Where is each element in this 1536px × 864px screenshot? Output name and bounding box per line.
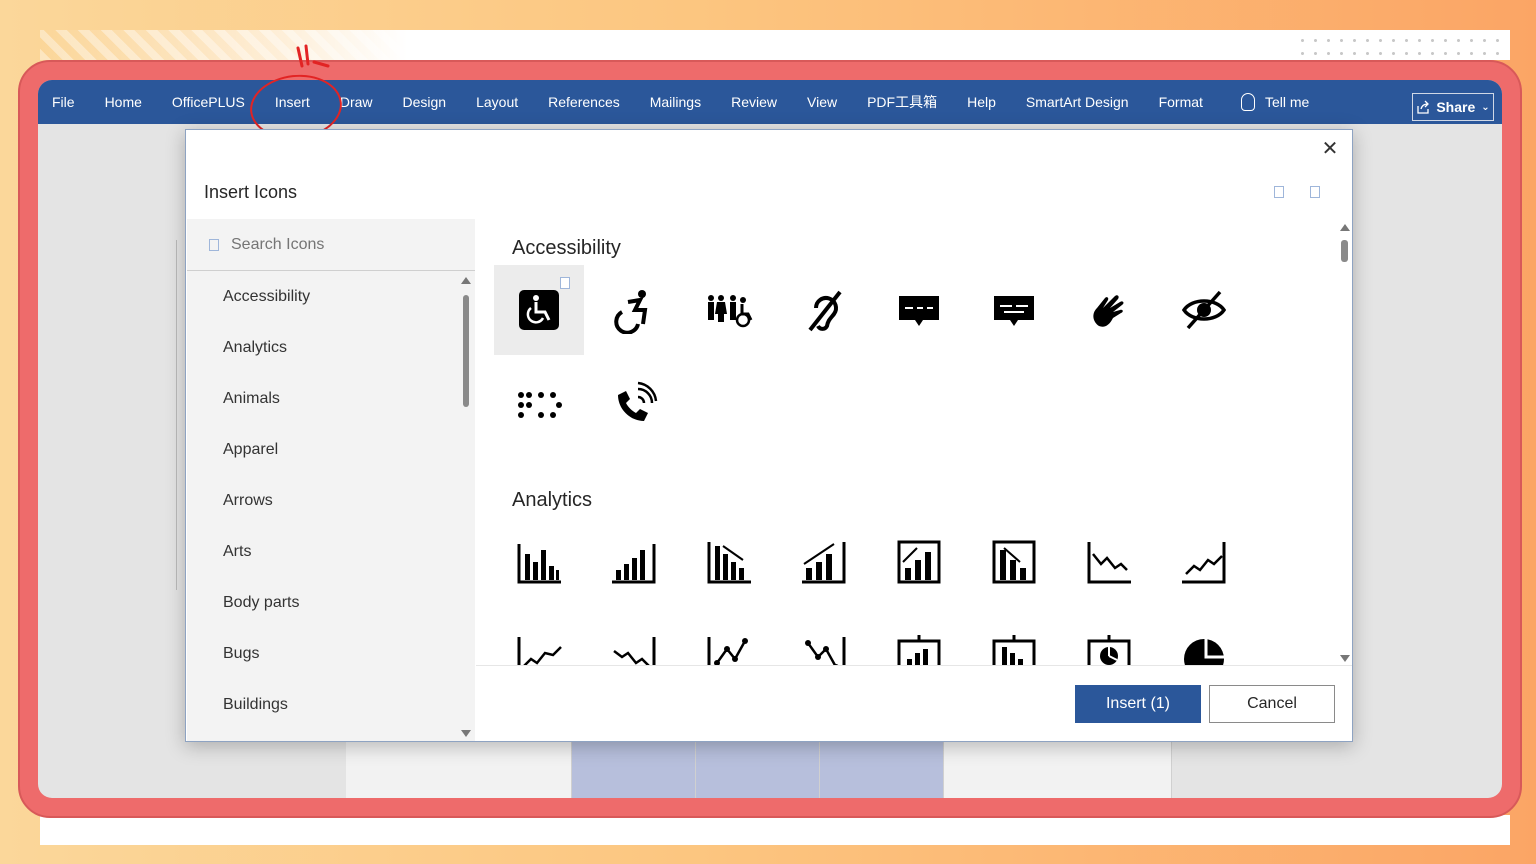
- scroll-thumb[interactable]: [463, 295, 469, 407]
- bar-graph-upward-arrow-icon[interactable]: [874, 517, 964, 607]
- category-animals[interactable]: Animals: [187, 373, 457, 424]
- line-arrow-up-icon[interactable]: [494, 612, 584, 665]
- section-title-analytics: Analytics: [512, 489, 593, 511]
- tab-pdf-toolbox[interactable]: PDF工具箱: [867, 92, 937, 112]
- family-accessible-icon[interactable]: [684, 265, 774, 355]
- line-upward-trend-icon[interactable]: [1159, 517, 1249, 607]
- line-downward-trend-icon[interactable]: [1064, 517, 1154, 607]
- tell-me-label: Tell me: [1264, 94, 1310, 110]
- sidebar-scrollbar[interactable]: [459, 275, 473, 741]
- tab-format[interactable]: Format: [1159, 94, 1203, 110]
- scroll-up-icon[interactable]: [1340, 224, 1350, 231]
- tab-review[interactable]: Review: [731, 94, 777, 110]
- bar-graph-downward-arrow-icon[interactable]: [969, 517, 1059, 607]
- tab-mailings[interactable]: Mailings: [650, 94, 701, 110]
- document-smartart-background: [346, 740, 1172, 798]
- presentation-pie-chart-icon[interactable]: [1064, 612, 1154, 665]
- category-list: Accessibility Analytics Animals Apparel …: [187, 271, 457, 730]
- tab-design[interactable]: Design: [403, 94, 447, 110]
- tab-draw[interactable]: Draw: [340, 94, 373, 110]
- footer-divider: [476, 665, 1352, 666]
- share-label: Share: [1436, 99, 1476, 115]
- background-dots: [1296, 34, 1506, 60]
- active-wheelchair-icon[interactable]: [589, 265, 679, 355]
- presentation-bar-chart-icon[interactable]: [874, 612, 964, 665]
- tab-smartart-design[interactable]: SmartArt Design: [1026, 94, 1129, 110]
- tab-view[interactable]: View: [807, 94, 837, 110]
- line-chart-descending-points-icon[interactable]: [779, 612, 869, 665]
- lightbulb-icon: [1240, 93, 1255, 111]
- volume-phone-icon[interactable]: [589, 360, 679, 450]
- tab-file[interactable]: File: [52, 94, 75, 110]
- line-arrow-down-icon[interactable]: [589, 612, 679, 665]
- category-accessibility[interactable]: Accessibility: [187, 271, 457, 322]
- background-band-bottom: [40, 815, 1510, 845]
- dialog-option-icon[interactable]: [1310, 186, 1320, 198]
- search-icon: [209, 238, 219, 251]
- category-sidebar: Accessibility Analytics Animals Apparel …: [187, 219, 475, 741]
- category-bugs[interactable]: Bugs: [187, 628, 457, 679]
- scroll-up-icon[interactable]: [461, 277, 471, 284]
- icon-gallery: Accessibility Analytics: [476, 219, 1336, 665]
- category-analytics[interactable]: Analytics: [187, 322, 457, 373]
- bar-chart-ascending-icon[interactable]: [589, 517, 679, 607]
- tell-me-search[interactable]: Tell me: [1240, 93, 1310, 111]
- annotation-mark-icon: [296, 44, 330, 68]
- search-bar: [187, 219, 475, 271]
- insert-button[interactable]: Insert (1): [1075, 685, 1201, 723]
- bar-chart-icon[interactable]: [494, 517, 584, 607]
- open-captioning-icon[interactable]: [969, 265, 1059, 355]
- dialog-title: Insert Icons: [204, 182, 298, 202]
- low-vision-icon[interactable]: [1159, 265, 1249, 355]
- dialog-option-icon[interactable]: [1274, 186, 1284, 198]
- tab-home[interactable]: Home: [105, 94, 142, 110]
- section-title-accessibility: Accessibility: [512, 237, 621, 259]
- line-chart-points-icon[interactable]: [684, 612, 774, 665]
- category-arrows[interactable]: Arrows: [187, 475, 457, 526]
- chevron-down-icon: ⌄: [1481, 101, 1490, 113]
- closed-captioning-icon[interactable]: [874, 265, 964, 355]
- wheelchair-sign-icon[interactable]: [494, 265, 584, 355]
- tab-officeplus[interactable]: OfficePLUS: [172, 94, 245, 110]
- cancel-button[interactable]: Cancel: [1209, 685, 1335, 723]
- category-arts[interactable]: Arts: [187, 526, 457, 577]
- gallery-scrollbar[interactable]: [1338, 222, 1352, 662]
- bar-chart-descending-icon[interactable]: [684, 517, 774, 607]
- background-stripes: [40, 30, 1510, 60]
- hearing-impaired-icon[interactable]: [779, 265, 869, 355]
- close-icon[interactable]: ✕: [1318, 136, 1342, 160]
- selected-checkbox: [560, 277, 570, 289]
- tab-help[interactable]: Help: [967, 94, 996, 110]
- pie-chart-icon[interactable]: [1159, 612, 1249, 665]
- sign-language-icon[interactable]: [1064, 265, 1154, 355]
- insert-icons-dialog: ✕ Insert Icons Accessibility Analytics A…: [185, 129, 1353, 742]
- braille-icon[interactable]: [494, 360, 584, 450]
- scroll-thumb[interactable]: [1341, 240, 1348, 262]
- tab-references[interactable]: References: [548, 94, 620, 110]
- bar-graph-upward-trend-icon[interactable]: [779, 517, 869, 607]
- category-body-parts[interactable]: Body parts: [187, 577, 457, 628]
- scroll-down-icon[interactable]: [1340, 655, 1350, 662]
- presentation-bar-chart-descending-icon[interactable]: [969, 612, 1059, 665]
- tab-layout[interactable]: Layout: [476, 94, 518, 110]
- category-apparel[interactable]: Apparel: [187, 424, 457, 475]
- share-icon: [1417, 100, 1430, 114]
- category-buildings[interactable]: Buildings: [187, 679, 457, 730]
- share-button[interactable]: Share ⌄: [1412, 93, 1494, 121]
- scroll-down-icon[interactable]: [461, 730, 471, 737]
- search-input[interactable]: [231, 235, 431, 254]
